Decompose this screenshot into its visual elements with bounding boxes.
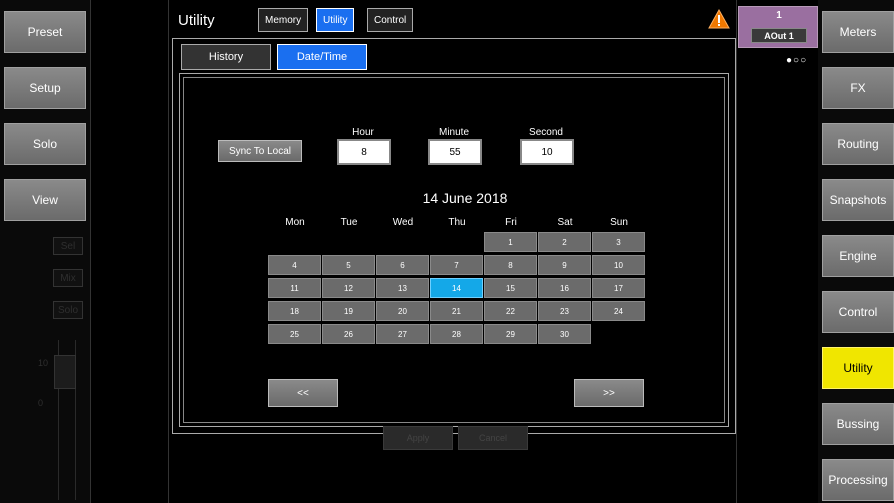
weekday-fri: Fri (505, 217, 517, 228)
calendar-day[interactable]: 20 (376, 301, 429, 321)
nav-setup-button[interactable]: Setup (4, 67, 86, 109)
calendar-day[interactable]: 2 (538, 232, 591, 252)
calendar-day[interactable]: 8 (484, 255, 537, 275)
nav-view-button[interactable]: View (4, 179, 86, 221)
previous-month-button[interactable]: << (268, 379, 338, 407)
calendar-day[interactable]: 16 (538, 278, 591, 298)
calendar-day[interactable]: 12 (322, 278, 375, 298)
nav-utility-button[interactable]: Utility (822, 347, 894, 389)
channel-name: AOut 1 (751, 28, 807, 43)
minute-field[interactable]: 55 (428, 139, 482, 165)
calendar-day[interactable]: 17 (592, 278, 645, 298)
calendar-day[interactable]: 28 (430, 324, 483, 344)
hour-label: Hour (352, 127, 374, 138)
fader-scale-10: 10 (38, 358, 49, 368)
calendar-day[interactable]: 26 (322, 324, 375, 344)
nav-fx-button[interactable]: FX (822, 67, 894, 109)
calendar-day[interactable]: 23 (538, 301, 591, 321)
calendar-day[interactable]: 24 (592, 301, 645, 321)
second-label: Second (529, 127, 563, 138)
apply-button[interactable]: Apply (383, 426, 453, 450)
calendar-title: 14 June 2018 (422, 190, 508, 206)
nav-routing-button[interactable]: Routing (822, 123, 894, 165)
calendar-day[interactable]: 22 (484, 301, 537, 321)
second-field[interactable]: 10 (520, 139, 574, 165)
tab-utility[interactable]: Utility (316, 8, 355, 32)
calendar-day[interactable]: 15 (484, 278, 537, 298)
calendar-day[interactable]: 10 (592, 255, 645, 275)
column-divider (90, 0, 168, 503)
nav-preset-button[interactable]: Preset (4, 11, 86, 53)
calendar-day[interactable]: 6 (376, 255, 429, 275)
calendar-day[interactable]: 5 (322, 255, 375, 275)
channel-number: 1 (776, 10, 782, 21)
column-divider (736, 0, 814, 503)
nav-processing-button[interactable]: Processing (822, 459, 894, 501)
weekday-sat: Sat (557, 217, 573, 228)
nav-snapshots-button[interactable]: Snapshots (822, 179, 894, 221)
nav-control-button[interactable]: Control (822, 291, 894, 333)
strip-sel-button[interactable]: Sel (53, 237, 83, 255)
cancel-button[interactable]: Cancel (458, 426, 528, 450)
strip-mix-button[interactable]: Mix (53, 269, 83, 287)
nav-solo-button[interactable]: Solo (4, 123, 86, 165)
tab-memory[interactable]: Memory (258, 8, 309, 32)
nav-meters-button[interactable]: Meters (822, 11, 894, 53)
channel-badge[interactable]: 1 AOut 1 (738, 6, 818, 48)
calendar-day[interactable]: 29 (484, 324, 537, 344)
calendar-day[interactable]: 4 (268, 255, 321, 275)
calendar-day[interactable]: 18 (268, 301, 321, 321)
strip-solo-button[interactable]: Solo (53, 301, 83, 319)
nav-bussing-button[interactable]: Bussing (822, 403, 894, 445)
calendar-day-selected[interactable]: 14 (430, 278, 483, 298)
warning-triangle-icon[interactable] (708, 9, 730, 29)
sync-to-local-button[interactable]: Sync To Local (218, 140, 302, 162)
calendar-day[interactable]: 27 (376, 324, 429, 344)
page-title: Utility (178, 12, 215, 29)
hour-field[interactable]: 8 (337, 139, 391, 165)
minute-label: Minute (438, 127, 469, 138)
weekday-sun: Sun (610, 217, 628, 228)
calendar-day[interactable]: 3 (592, 232, 645, 252)
calendar-day[interactable]: 9 (538, 255, 591, 275)
tab-date-time[interactable]: Date/Time (277, 44, 367, 70)
next-month-button[interactable]: >> (574, 379, 644, 407)
date-time-frame: Sync To Local Hour 8 Minute 55 Second 10… (179, 73, 729, 450)
weekday-tue: Tue (340, 217, 358, 228)
calendar-day[interactable]: 30 (538, 324, 591, 344)
top-bar: Utility Memory Utility Control (170, 6, 736, 38)
tab-history[interactable]: History (181, 44, 271, 70)
fader-cap[interactable] (54, 355, 76, 389)
calendar-day[interactable]: 19 (322, 301, 375, 321)
calendar-day[interactable]: 7 (430, 255, 483, 275)
page-indicator: ●○○ (786, 55, 808, 66)
calendar-day[interactable]: 13 (376, 278, 429, 298)
calendar-day[interactable]: 1 (484, 232, 537, 252)
fader-scale-0: 0 (38, 398, 44, 408)
calendar-day[interactable]: 25 (268, 324, 321, 344)
calendar-day[interactable]: 11 (268, 278, 321, 298)
nav-engine-button[interactable]: Engine (822, 235, 894, 277)
tab-control[interactable]: Control (367, 8, 414, 32)
utility-panel: History Date/Time Sync To Local Hour 8 M… (172, 38, 736, 450)
weekday-thu: Thu (448, 217, 466, 228)
weekday-mon: Mon (285, 217, 305, 228)
weekday-wed: Wed (392, 217, 414, 228)
calendar-day[interactable]: 21 (430, 301, 483, 321)
